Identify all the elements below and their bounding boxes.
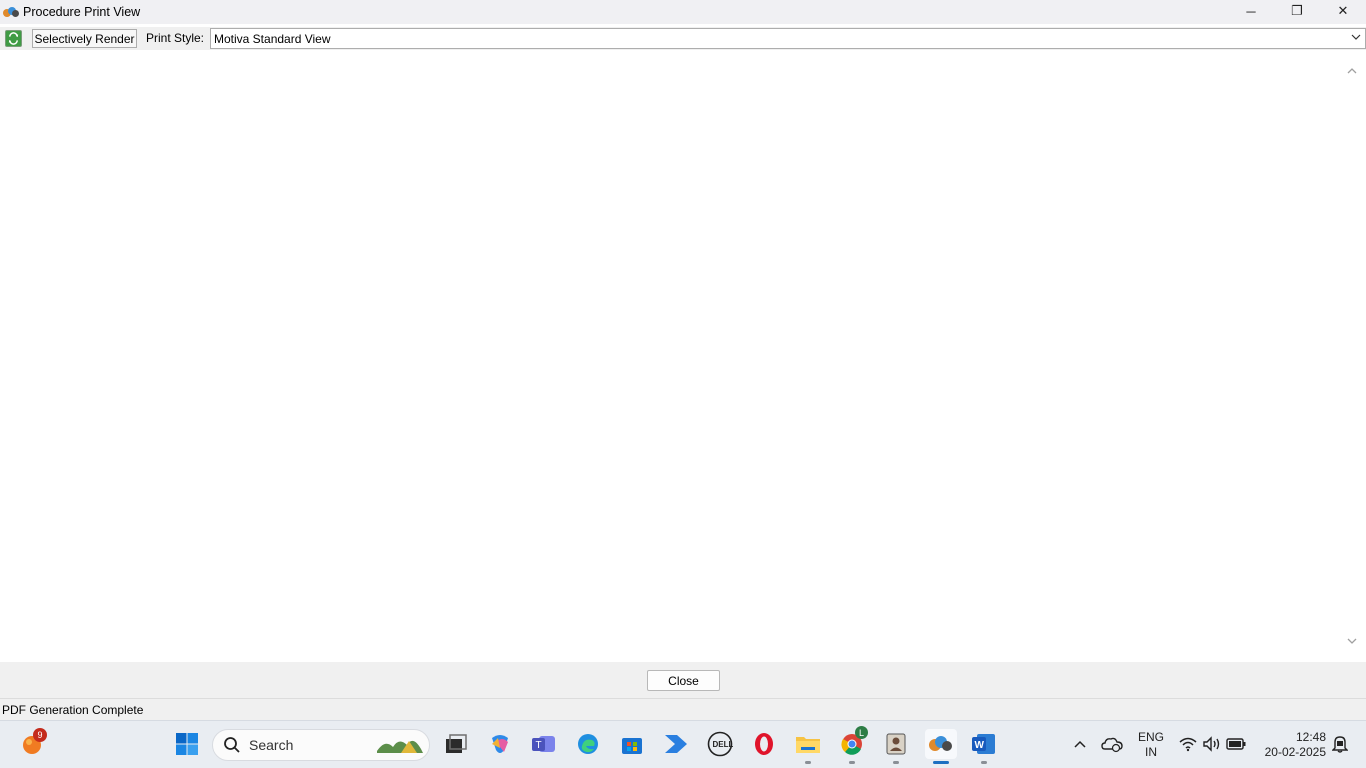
- search-icon: [224, 737, 240, 753]
- status-text: PDF Generation Complete: [2, 702, 144, 717]
- running-indicator: [805, 761, 811, 764]
- search-label: Search: [249, 737, 294, 753]
- status-bar: PDF Generation Complete: [0, 698, 1366, 720]
- task-view-icon[interactable]: [441, 729, 471, 759]
- profile-badge: L: [855, 726, 868, 739]
- running-indicator: [893, 761, 899, 764]
- battery-icon[interactable]: [1221, 729, 1251, 759]
- region-text: IN: [1145, 745, 1157, 759]
- running-indicator: [849, 761, 855, 764]
- refresh-icon: [8, 32, 19, 45]
- refresh-button[interactable]: [5, 30, 22, 47]
- notification-center-icon[interactable]: [1325, 729, 1355, 759]
- notification-badge: 9: [33, 728, 47, 742]
- language-indicator[interactable]: ENG IN: [1137, 730, 1165, 760]
- start-button[interactable]: [172, 729, 202, 759]
- minimize-icon: ─: [1246, 3, 1256, 19]
- close-window-button[interactable]: ✕: [1320, 0, 1366, 22]
- app-logo-icon: [3, 6, 19, 18]
- svg-text:T: T: [536, 740, 542, 751]
- restore-button[interactable]: ❐: [1274, 0, 1320, 22]
- chrome-icon[interactable]: L: [837, 726, 868, 764]
- title-bar: Procedure Print View ─ ❐ ✕: [0, 0, 1366, 24]
- toolbar: Selectively Render Print Style: Motiva S…: [0, 27, 1366, 50]
- store-icon[interactable]: [617, 729, 647, 759]
- edge-icon[interactable]: [573, 729, 603, 759]
- restore-icon: ❐: [1291, 3, 1303, 18]
- clock-date: 20-02-2025: [1264, 745, 1326, 759]
- file-explorer-icon[interactable]: [793, 729, 823, 764]
- chevron-down-icon: [1350, 31, 1362, 46]
- bottom-panel: Close: [0, 662, 1366, 698]
- notification-app-icon[interactable]: 9: [17, 728, 47, 759]
- close-icon: ✕: [1337, 3, 1349, 18]
- taskbar: 9 Search T DELL L W ENG IN 12:48 20-02-2…: [0, 720, 1366, 768]
- window-controls: ─ ❐ ✕: [1228, 0, 1366, 24]
- power-automate-icon[interactable]: [661, 729, 691, 759]
- windows-icon: [176, 733, 198, 755]
- dell-icon[interactable]: DELL: [705, 729, 735, 759]
- scroll-down-icon[interactable]: [1345, 634, 1359, 648]
- active-indicator: [933, 761, 949, 764]
- print-style-value: Motiva Standard View: [214, 31, 331, 46]
- teams-icon[interactable]: T: [529, 729, 559, 759]
- document-preview-area[interactable]: [0, 50, 1366, 662]
- selectively-render-button[interactable]: Selectively Render: [32, 29, 137, 48]
- window-title: Procedure Print View: [23, 5, 141, 19]
- minimize-button[interactable]: ─: [1228, 0, 1274, 22]
- running-indicator: [981, 761, 987, 764]
- contacts-app-icon[interactable]: [881, 729, 911, 764]
- scroll-up-icon[interactable]: [1345, 64, 1359, 78]
- procedure-app-icon[interactable]: [925, 729, 957, 764]
- language-text: ENG: [1137, 730, 1164, 744]
- print-style-label: Print Style:: [146, 31, 205, 45]
- search-highlight-icon: [377, 740, 423, 753]
- clock-time: 12:48: [1295, 730, 1326, 744]
- show-hidden-icons-chevron-icon[interactable]: [1065, 729, 1095, 759]
- word-icon[interactable]: W: [969, 729, 999, 764]
- copilot-icon[interactable]: [485, 729, 515, 759]
- taskbar-search-input[interactable]: Search: [212, 729, 430, 761]
- print-style-dropdown[interactable]: Motiva Standard View: [210, 28, 1366, 49]
- system-clock[interactable]: 12:48 20-02-2025: [1258, 730, 1326, 760]
- close-button[interactable]: Close: [647, 670, 720, 691]
- svg-text:W: W: [975, 740, 985, 751]
- svg-text:DELL: DELL: [713, 740, 734, 749]
- opera-icon[interactable]: [749, 729, 779, 759]
- onedrive-sync-icon[interactable]: [1097, 729, 1127, 759]
